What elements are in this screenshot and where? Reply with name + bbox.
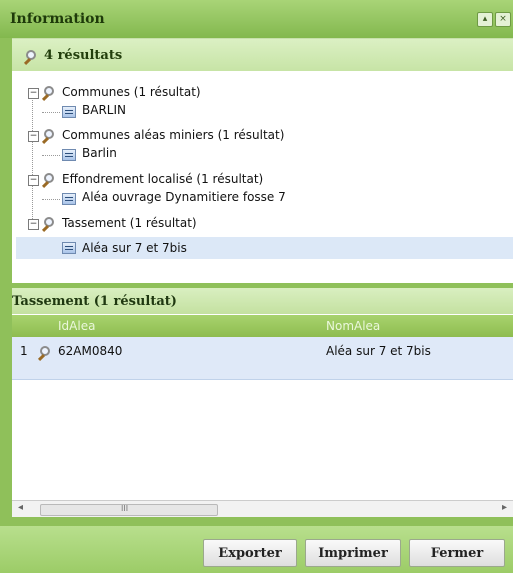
tree-item-tassement[interactable]: Aléa sur 7 et 7bis xyxy=(82,238,187,258)
results-header: 4 résultats xyxy=(12,39,513,71)
detail-header: Tassement (1 résultat) xyxy=(12,288,513,314)
row-icon xyxy=(62,106,76,118)
print-button[interactable]: Imprimer xyxy=(305,539,401,567)
results-panel: 4 résultats − Communes (1 résultat) BARL… xyxy=(12,38,513,283)
search-icon xyxy=(26,50,36,60)
search-icon xyxy=(40,346,50,356)
row-icon xyxy=(62,242,76,254)
information-window: Information ▴ × 4 résultats − Communes (… xyxy=(0,0,513,573)
search-icon xyxy=(44,217,54,227)
close-icon[interactable]: × xyxy=(495,12,511,27)
results-count: 4 résultats xyxy=(44,48,123,63)
table-row[interactable]: 1 62AM0840 Aléa sur 7 et 7bis xyxy=(12,337,513,380)
scroll-right-icon[interactable]: ▸ xyxy=(502,502,507,513)
column-header-nomalea[interactable]: NomAlea xyxy=(326,319,380,333)
export-button[interactable]: Exporter xyxy=(203,539,297,567)
tree-line xyxy=(32,91,33,227)
horizontal-scrollbar[interactable]: ◂ III ▸ xyxy=(12,500,513,517)
tree-group-tassement[interactable]: Tassement (1 résultat) xyxy=(62,213,197,233)
row-icon xyxy=(62,193,76,205)
scroll-grip: III xyxy=(121,504,129,513)
tree-item-barlin[interactable]: BARLIN xyxy=(82,100,126,120)
collapse-toggle[interactable]: − xyxy=(28,88,39,99)
tree-group-effondrement[interactable]: Effondrement localisé (1 résultat) xyxy=(62,169,263,189)
scrollbar-thumb[interactable]: III xyxy=(40,504,218,516)
row-number: 1 xyxy=(20,344,28,358)
collapse-toggle[interactable]: − xyxy=(28,131,39,142)
tree-group-communes[interactable]: Communes (1 résultat) xyxy=(62,82,201,102)
tree-connector xyxy=(42,199,60,200)
tree-connector xyxy=(42,112,60,113)
cell-nomalea: Aléa sur 7 et 7bis xyxy=(326,344,431,358)
collapse-toggle[interactable]: − xyxy=(28,175,39,186)
collapse-icon[interactable]: ▴ xyxy=(477,12,493,27)
collapse-toggle[interactable]: − xyxy=(28,219,39,230)
search-icon xyxy=(44,86,54,96)
close-button[interactable]: Fermer xyxy=(409,539,505,567)
grid-header: IdAlea NomAlea xyxy=(12,315,513,337)
column-header-idalea[interactable]: IdAlea xyxy=(58,319,95,333)
cell-idalea: 62AM0840 xyxy=(58,344,123,358)
row-icon xyxy=(62,149,76,161)
window-title: Information xyxy=(10,11,105,27)
tree-item-ouvrage[interactable]: Aléa ouvrage Dynamitiere fosse 7 xyxy=(82,187,286,207)
search-icon xyxy=(44,173,54,183)
tree-connector xyxy=(42,155,60,156)
tree-item-barlin-aleas[interactable]: Barlin xyxy=(82,143,117,163)
window-titlebar[interactable]: Information ▴ × xyxy=(0,0,513,38)
tree-group-communes-aleas[interactable]: Communes aléas miniers (1 résultat) xyxy=(62,125,284,145)
search-icon xyxy=(44,129,54,139)
scroll-left-icon[interactable]: ◂ xyxy=(18,502,23,513)
selected-tree-row[interactable]: Aléa sur 7 et 7bis xyxy=(16,237,513,259)
detail-title: Tassement (1 résultat) xyxy=(12,294,177,309)
detail-panel: Tassement (1 résultat) IdAlea NomAlea 1 … xyxy=(12,288,513,517)
